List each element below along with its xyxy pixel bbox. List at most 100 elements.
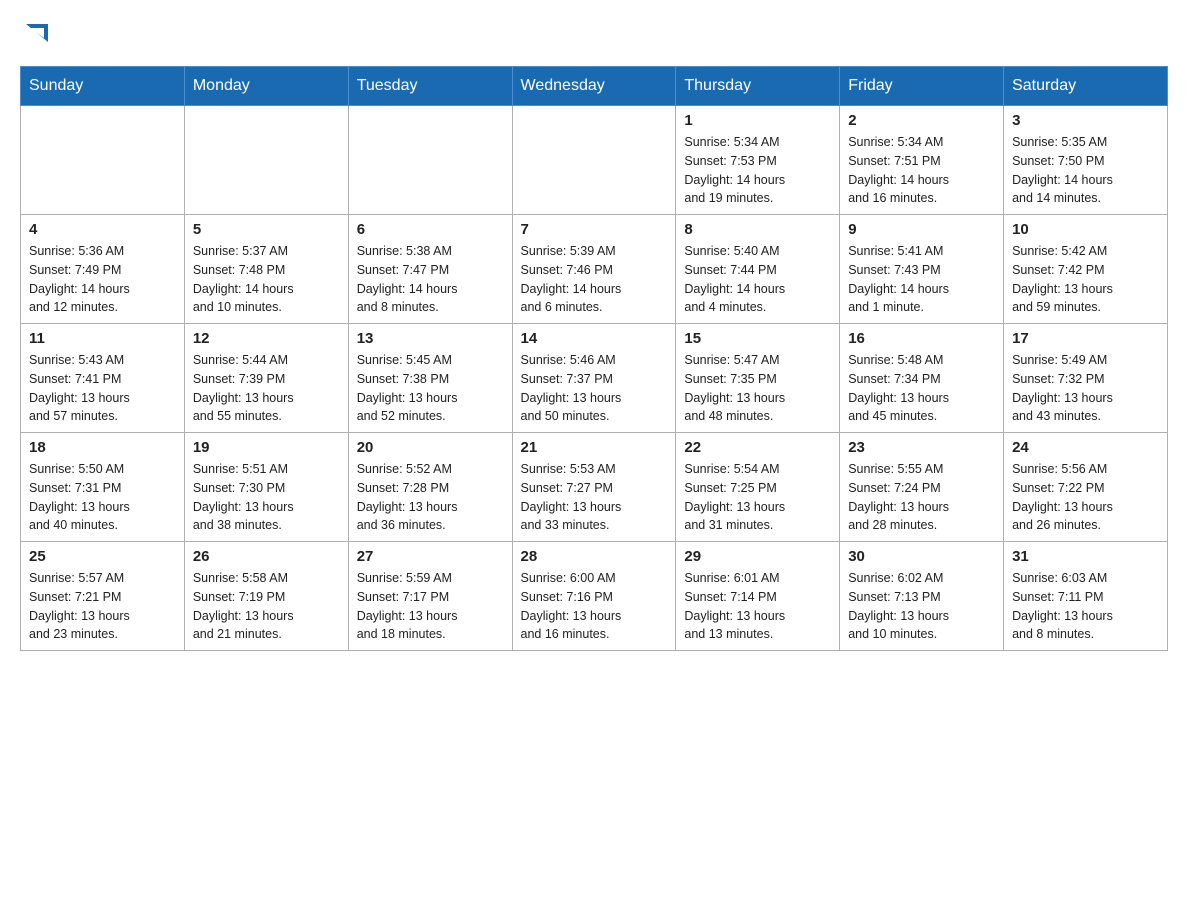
day-number: 25 (29, 548, 176, 565)
calendar-cell: 21 Sunrise: 5:53 AM Sunset: 7:27 PM Dayli… (512, 433, 676, 542)
day-info: Sunrise: 5:55 AM Sunset: 7:24 PM Dayligh… (848, 460, 995, 535)
day-number: 17 (1012, 330, 1159, 347)
calendar-week-row: 11 Sunrise: 5:43 AM Sunset: 7:41 PM Dayli… (21, 324, 1168, 433)
day-info: Sunrise: 5:43 AM Sunset: 7:41 PM Dayligh… (29, 351, 176, 426)
day-number: 31 (1012, 548, 1159, 565)
calendar-cell: 25Sunrise: 5:57 AM Sunset: 7:21 PM Dayli… (21, 542, 185, 651)
day-number: 18 (29, 439, 176, 456)
day-info: Sunrise: 5:35 AM Sunset: 7:50 PM Dayligh… (1012, 133, 1159, 208)
calendar-cell: 8Sunrise: 5:40 AM Sunset: 7:44 PM Daylig… (676, 215, 840, 324)
day-info: Sunrise: 5:42 AM Sunset: 7:42 PM Dayligh… (1012, 242, 1159, 317)
weekday-header-tuesday: Tuesday (348, 67, 512, 106)
day-number: 28 (521, 548, 668, 565)
calendar-cell (348, 106, 512, 215)
calendar-header-row: SundayMondayTuesdayWednesdayThursdayFrid… (21, 67, 1168, 106)
day-number: 2 (848, 112, 995, 129)
calendar-week-row: 1Sunrise: 5:34 AM Sunset: 7:53 PM Daylig… (21, 106, 1168, 215)
day-info: Sunrise: 5:53 AM Sunset: 7:27 PM Dayligh… (521, 460, 668, 535)
calendar-cell: 20 Sunrise: 5:52 AM Sunset: 7:28 PM Dayli… (348, 433, 512, 542)
day-info: Sunrise: 6:01 AM Sunset: 7:14 PM Dayligh… (684, 569, 831, 644)
calendar-cell: 18 Sunrise: 5:50 AM Sunset: 7:31 PM Dayli… (21, 433, 185, 542)
day-number: 6 (357, 221, 504, 238)
calendar-cell: 19 Sunrise: 5:51 AM Sunset: 7:30 PM Dayli… (184, 433, 348, 542)
day-number: 22 (684, 439, 831, 456)
day-number: 26 (193, 548, 340, 565)
day-info: Sunrise: 5:38 AM Sunset: 7:47 PM Dayligh… (357, 242, 504, 317)
day-info: Sunrise: 5:50 AM Sunset: 7:31 PM Dayligh… (29, 460, 176, 535)
day-info: Sunrise: 5:36 AM Sunset: 7:49 PM Dayligh… (29, 242, 176, 317)
calendar-cell: 9 Sunrise: 5:41 AM Sunset: 7:43 PM Daylig… (840, 215, 1004, 324)
day-info: Sunrise: 5:41 AM Sunset: 7:43 PM Dayligh… (848, 242, 995, 317)
day-info: Sunrise: 5:59 AM Sunset: 7:17 PM Dayligh… (357, 569, 504, 644)
day-number: 8 (684, 221, 831, 238)
day-info: Sunrise: 5:45 AM Sunset: 7:38 PM Dayligh… (357, 351, 504, 426)
calendar-cell: 1Sunrise: 5:34 AM Sunset: 7:53 PM Daylig… (676, 106, 840, 215)
day-info: Sunrise: 5:49 AM Sunset: 7:32 PM Dayligh… (1012, 351, 1159, 426)
calendar-cell: 26 Sunrise: 5:58 AM Sunset: 7:19 PM Dayli… (184, 542, 348, 651)
day-info: Sunrise: 6:02 AM Sunset: 7:13 PM Dayligh… (848, 569, 995, 644)
weekday-header-thursday: Thursday (676, 67, 840, 106)
calendar-cell: 17 Sunrise: 5:49 AM Sunset: 7:32 PM Dayli… (1004, 324, 1168, 433)
day-number: 3 (1012, 112, 1159, 129)
weekday-header-monday: Monday (184, 67, 348, 106)
weekday-header-sunday: Sunday (21, 67, 185, 106)
day-number: 7 (521, 221, 668, 238)
weekday-header-wednesday: Wednesday (512, 67, 676, 106)
day-info: Sunrise: 5:34 AM Sunset: 7:51 PM Dayligh… (848, 133, 995, 208)
calendar-cell (184, 106, 348, 215)
day-info: Sunrise: 5:39 AM Sunset: 7:46 PM Dayligh… (521, 242, 668, 317)
weekday-header-friday: Friday (840, 67, 1004, 106)
day-number: 15 (684, 330, 831, 347)
day-info: Sunrise: 5:58 AM Sunset: 7:19 PM Dayligh… (193, 569, 340, 644)
day-info: Sunrise: 5:48 AM Sunset: 7:34 PM Dayligh… (848, 351, 995, 426)
day-number: 13 (357, 330, 504, 347)
day-number: 21 (521, 439, 668, 456)
calendar-cell: 4 Sunrise: 5:36 AM Sunset: 7:49 PM Daylig… (21, 215, 185, 324)
day-number: 29 (684, 548, 831, 565)
calendar-week-row: 25Sunrise: 5:57 AM Sunset: 7:21 PM Dayli… (21, 542, 1168, 651)
calendar-week-row: 4 Sunrise: 5:36 AM Sunset: 7:49 PM Daylig… (21, 215, 1168, 324)
day-number: 19 (193, 439, 340, 456)
calendar-cell: 16 Sunrise: 5:48 AM Sunset: 7:34 PM Dayli… (840, 324, 1004, 433)
calendar-cell: 29 Sunrise: 6:01 AM Sunset: 7:14 PM Dayli… (676, 542, 840, 651)
calendar-cell: 22 Sunrise: 5:54 AM Sunset: 7:25 PM Dayli… (676, 433, 840, 542)
day-info: Sunrise: 6:00 AM Sunset: 7:16 PM Dayligh… (521, 569, 668, 644)
day-number: 20 (357, 439, 504, 456)
day-number: 5 (193, 221, 340, 238)
calendar-cell: 3 Sunrise: 5:35 AM Sunset: 7:50 PM Daylig… (1004, 106, 1168, 215)
day-info: Sunrise: 5:51 AM Sunset: 7:30 PM Dayligh… (193, 460, 340, 535)
calendar-cell: 12Sunrise: 5:44 AM Sunset: 7:39 PM Dayli… (184, 324, 348, 433)
day-info: Sunrise: 5:37 AM Sunset: 7:48 PM Dayligh… (193, 242, 340, 317)
day-number: 4 (29, 221, 176, 238)
day-number: 10 (1012, 221, 1159, 238)
day-info: Sunrise: 5:47 AM Sunset: 7:35 PM Dayligh… (684, 351, 831, 426)
calendar-cell: 7 Sunrise: 5:39 AM Sunset: 7:46 PM Daylig… (512, 215, 676, 324)
calendar-cell: 23 Sunrise: 5:55 AM Sunset: 7:24 PM Dayli… (840, 433, 1004, 542)
logo-triangle-icon (22, 20, 52, 50)
weekday-header-saturday: Saturday (1004, 67, 1168, 106)
day-number: 16 (848, 330, 995, 347)
header (20, 20, 1168, 50)
day-info: Sunrise: 5:46 AM Sunset: 7:37 PM Dayligh… (521, 351, 668, 426)
day-number: 9 (848, 221, 995, 238)
calendar-cell: 11 Sunrise: 5:43 AM Sunset: 7:41 PM Dayli… (21, 324, 185, 433)
day-info: Sunrise: 5:56 AM Sunset: 7:22 PM Dayligh… (1012, 460, 1159, 535)
day-number: 23 (848, 439, 995, 456)
calendar-cell (21, 106, 185, 215)
calendar-week-row: 18 Sunrise: 5:50 AM Sunset: 7:31 PM Dayli… (21, 433, 1168, 542)
calendar-cell: 27 Sunrise: 5:59 AM Sunset: 7:17 PM Dayli… (348, 542, 512, 651)
day-info: Sunrise: 5:44 AM Sunset: 7:39 PM Dayligh… (193, 351, 340, 426)
day-number: 1 (684, 112, 831, 129)
day-number: 27 (357, 548, 504, 565)
calendar-cell: 6 Sunrise: 5:38 AM Sunset: 7:47 PM Daylig… (348, 215, 512, 324)
day-info: Sunrise: 5:52 AM Sunset: 7:28 PM Dayligh… (357, 460, 504, 535)
day-number: 11 (29, 330, 176, 347)
calendar-cell: 24Sunrise: 5:56 AM Sunset: 7:22 PM Dayli… (1004, 433, 1168, 542)
calendar-cell (512, 106, 676, 215)
calendar-cell: 5 Sunrise: 5:37 AM Sunset: 7:48 PM Daylig… (184, 215, 348, 324)
calendar-cell: 10 Sunrise: 5:42 AM Sunset: 7:42 PM Dayli… (1004, 215, 1168, 324)
calendar-table: SundayMondayTuesdayWednesdayThursdayFrid… (20, 66, 1168, 651)
calendar-cell: 2 Sunrise: 5:34 AM Sunset: 7:51 PM Daylig… (840, 106, 1004, 215)
day-info: Sunrise: 5:54 AM Sunset: 7:25 PM Dayligh… (684, 460, 831, 535)
day-number: 30 (848, 548, 995, 565)
